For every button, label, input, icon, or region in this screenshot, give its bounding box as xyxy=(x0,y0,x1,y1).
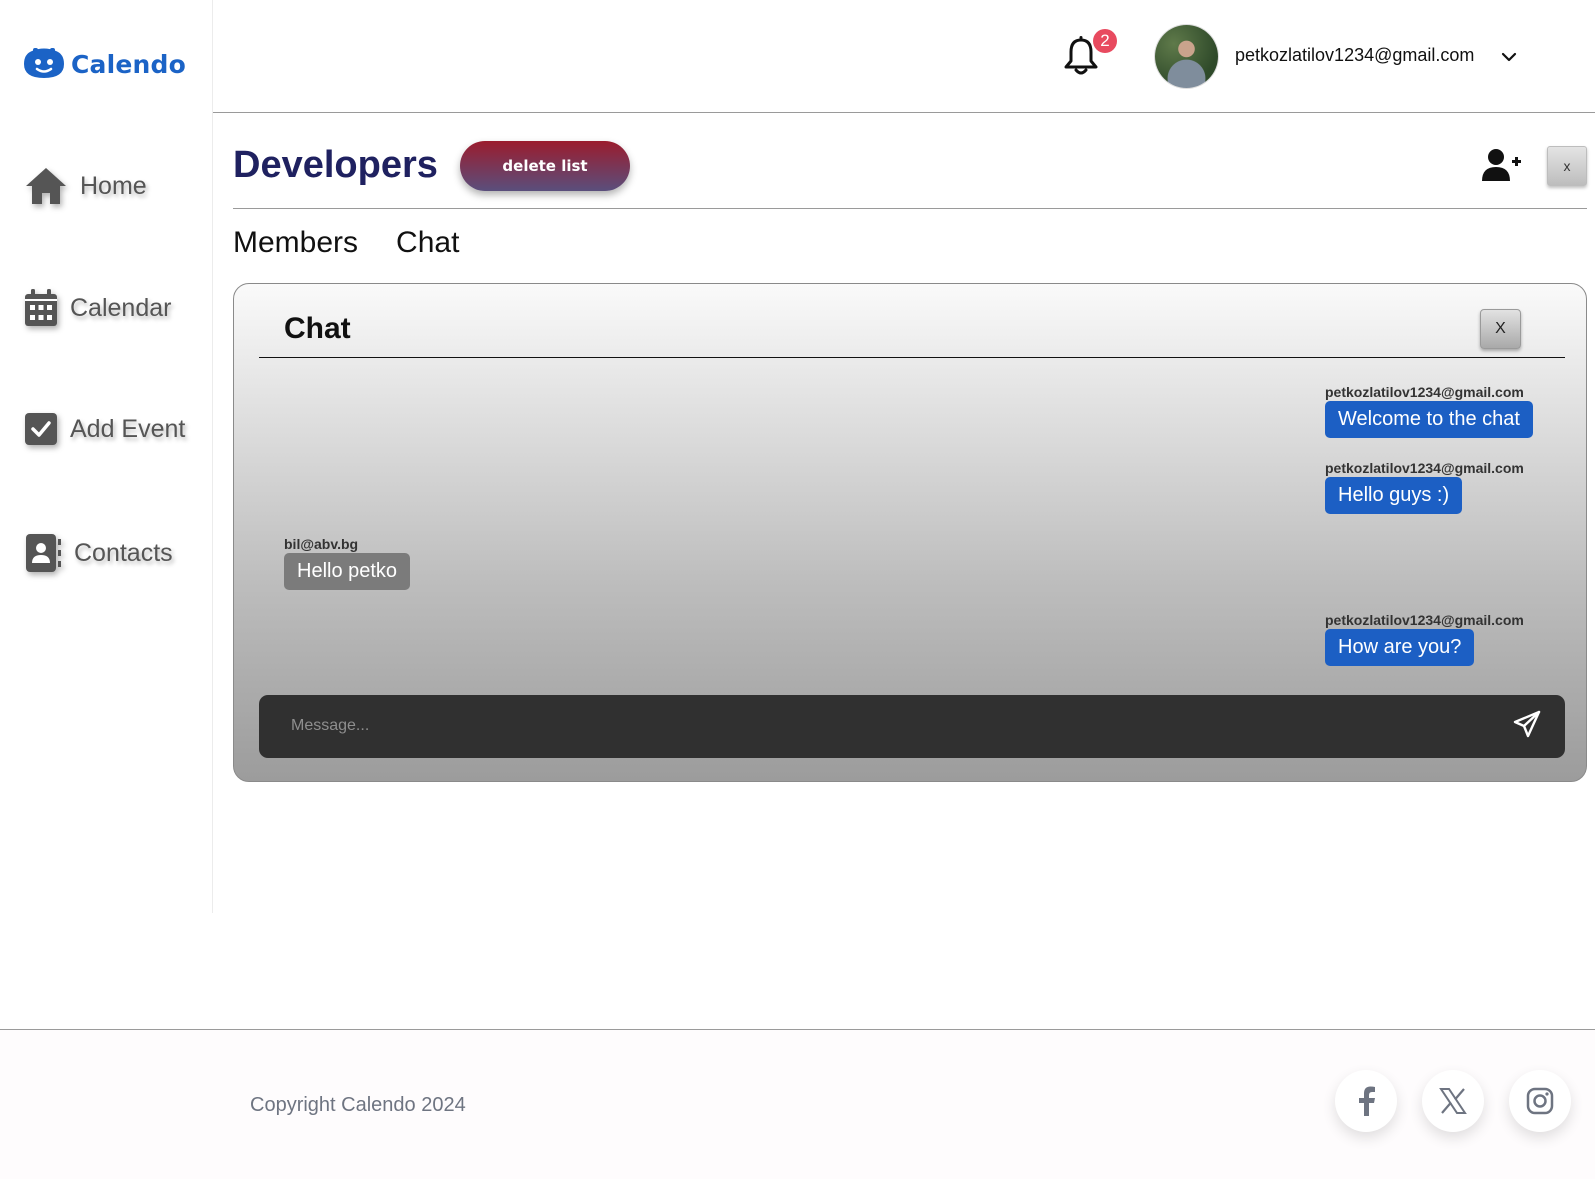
tab-chat[interactable]: Chat xyxy=(396,226,459,260)
facebook-icon[interactable] xyxy=(1335,1070,1397,1132)
calendar-icon xyxy=(24,289,58,327)
sidebar-item-label: Add Event xyxy=(70,414,186,443)
message-input[interactable] xyxy=(277,707,1457,745)
close-list-button[interactable]: x xyxy=(1547,146,1587,186)
notification-badge: 2 xyxy=(1093,29,1117,53)
chat-message: petkozlatilov1234@gmail.com Welcome to t… xyxy=(1325,384,1533,438)
chat-message: petkozlatilov1234@gmail.com How are you? xyxy=(1325,612,1524,666)
tabs: Members Chat xyxy=(233,226,459,260)
sidebar-item-label: Contacts xyxy=(74,538,173,567)
top-header: 2 petkozlatilov1234@gmail.com xyxy=(213,0,1595,113)
home-icon xyxy=(24,166,68,206)
logo[interactable]: Calendo xyxy=(24,48,186,80)
list-title-row: Developers delete list x xyxy=(233,138,1587,209)
sidebar-item-contacts[interactable]: Contacts xyxy=(24,533,173,573)
send-icon[interactable] xyxy=(1513,710,1541,743)
chat-message: petkozlatilov1234@gmail.com Hello guys :… xyxy=(1325,460,1524,514)
message-bar xyxy=(259,695,1565,758)
sidebar: Calendo Home Calendar Add Event Contacts xyxy=(0,0,213,913)
logo-icon xyxy=(24,48,64,80)
chat-title: Chat xyxy=(284,312,351,345)
close-chat-button[interactable]: X xyxy=(1480,309,1521,349)
sidebar-item-add-event[interactable]: Add Event xyxy=(24,412,185,446)
x-icon[interactable] xyxy=(1422,1070,1484,1132)
user-email[interactable]: petkozlatilov1234@gmail.com xyxy=(1235,45,1474,66)
instagram-icon[interactable] xyxy=(1509,1070,1571,1132)
contact-book-icon xyxy=(24,533,62,573)
sidebar-item-label: Calendar xyxy=(70,293,172,322)
chevron-down-icon[interactable] xyxy=(1501,50,1517,68)
sidebar-item-label: Home xyxy=(80,171,147,200)
sidebar-item-home[interactable]: Home xyxy=(24,166,147,206)
message-sender: bil@abv.bg xyxy=(284,536,359,552)
message-sender: petkozlatilov1234@gmail.com xyxy=(1325,612,1524,628)
message-sender: petkozlatilov1234@gmail.com xyxy=(1325,384,1524,400)
chat-panel: Chat X petkozlatilov1234@gmail.com Welco… xyxy=(233,283,1587,782)
sidebar-item-calendar[interactable]: Calendar xyxy=(24,289,171,327)
checkbox-icon xyxy=(24,412,58,446)
footer: Copyright Calendo 2024 xyxy=(0,1029,1595,1179)
tab-members[interactable]: Members xyxy=(233,226,358,260)
add-user-icon[interactable] xyxy=(1482,148,1522,187)
copyright-text: Copyright Calendo 2024 xyxy=(250,1094,466,1116)
logo-text: Calendo xyxy=(71,49,187,79)
delete-list-button[interactable]: delete list xyxy=(460,141,630,191)
message-bubble: How are you? xyxy=(1325,629,1475,666)
app-root: Calendo Home Calendar Add Event Contacts… xyxy=(0,0,1595,1179)
page-title: Developers xyxy=(233,144,438,186)
message-bubble: Welcome to the chat xyxy=(1325,401,1533,438)
avatar[interactable] xyxy=(1155,25,1218,88)
message-sender: petkozlatilov1234@gmail.com xyxy=(1325,460,1524,476)
chat-message: bil@abv.bg Hello petko xyxy=(284,536,411,590)
chat-header: Chat X xyxy=(259,306,1565,358)
message-bubble: Hello guys :) xyxy=(1325,477,1463,514)
message-bubble: Hello petko xyxy=(284,553,411,590)
